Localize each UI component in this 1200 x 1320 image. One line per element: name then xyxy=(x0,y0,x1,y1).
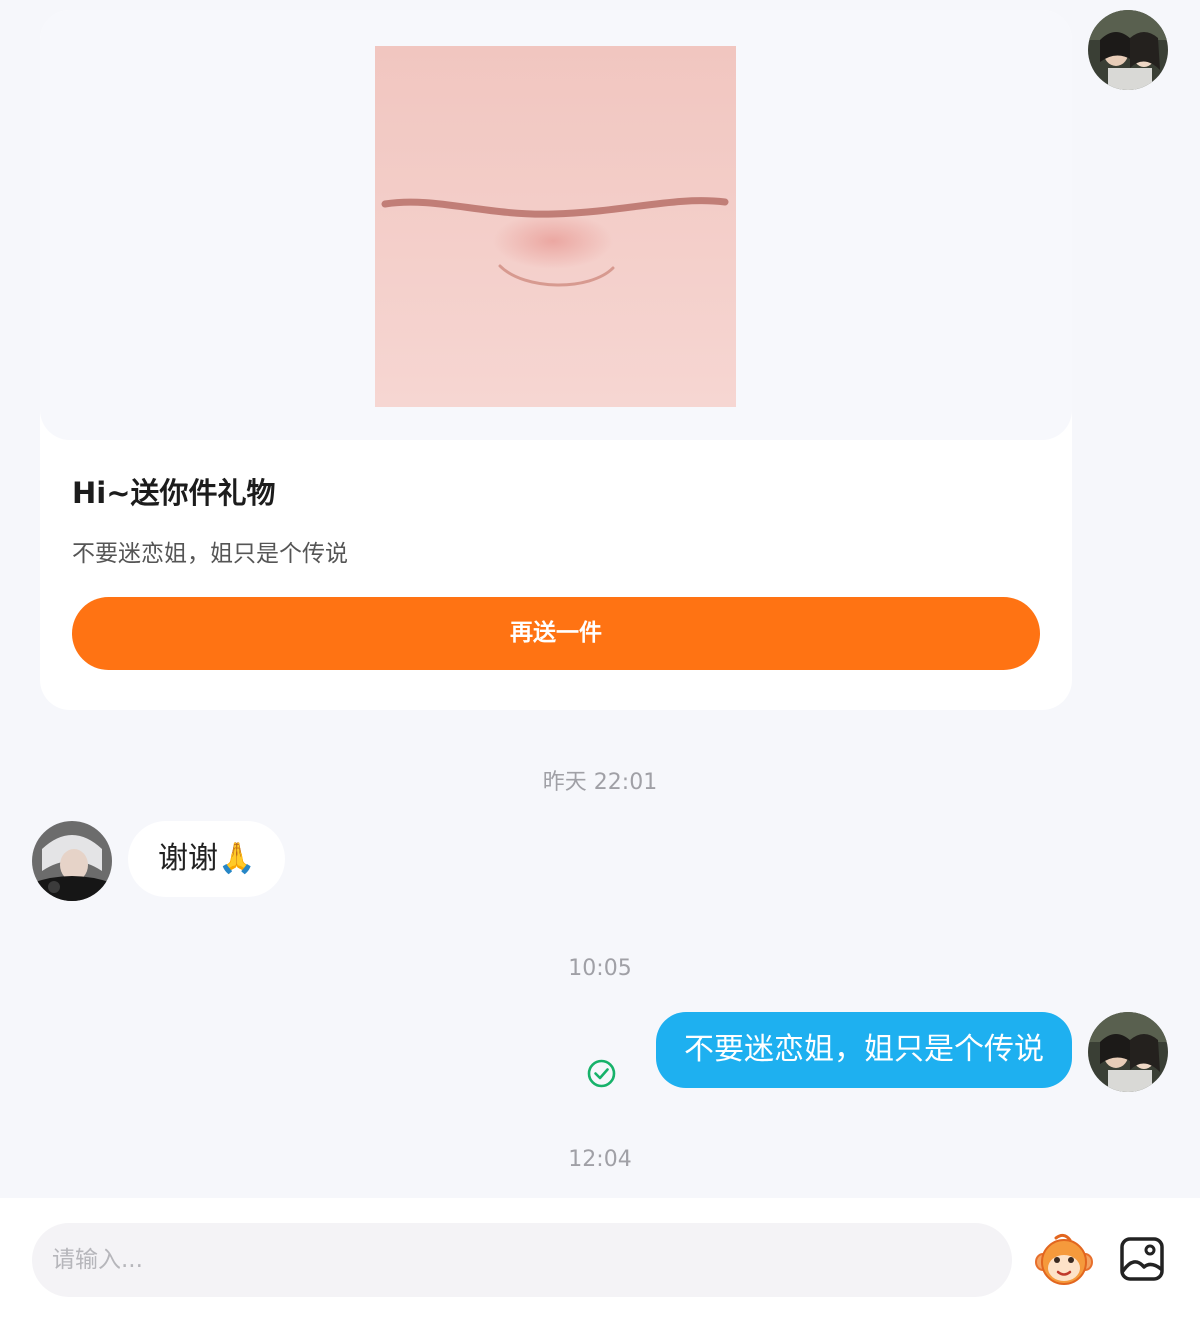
message-input-bar xyxy=(0,1198,1200,1320)
message-input[interactable] xyxy=(32,1223,1012,1297)
my-avatar[interactable] xyxy=(1088,1012,1168,1092)
send-another-gift-button[interactable]: 再送一件 xyxy=(72,597,1040,670)
timestamp: 12:04 xyxy=(568,1147,632,1172)
timestamp: 10:05 xyxy=(568,956,632,981)
image-picker-icon[interactable] xyxy=(1118,1235,1166,1283)
contact-avatar[interactable] xyxy=(32,821,112,901)
read-check-icon xyxy=(587,1059,616,1088)
gift-title: Hi~送你件礼物 xyxy=(72,476,276,510)
incoming-message-bubble[interactable]: 谢谢🙏 xyxy=(128,821,286,897)
my-avatar[interactable] xyxy=(1088,10,1168,90)
lips-gift-icon[interactable] xyxy=(375,46,736,407)
outgoing-message-bubble[interactable]: 不要迷恋姐，姐只是个传说 xyxy=(656,1012,1072,1088)
gift-subtitle: 不要迷恋姐，姐只是个传说 xyxy=(72,541,348,567)
gift-message-card: Hi~送你件礼物 不要迷恋姐，姐只是个传说 再送一件 xyxy=(40,10,1072,710)
monkey-emoji-icon[interactable] xyxy=(1034,1232,1094,1288)
timestamp: 昨天 22:01 xyxy=(542,770,658,795)
gift-image-area xyxy=(40,10,1072,440)
